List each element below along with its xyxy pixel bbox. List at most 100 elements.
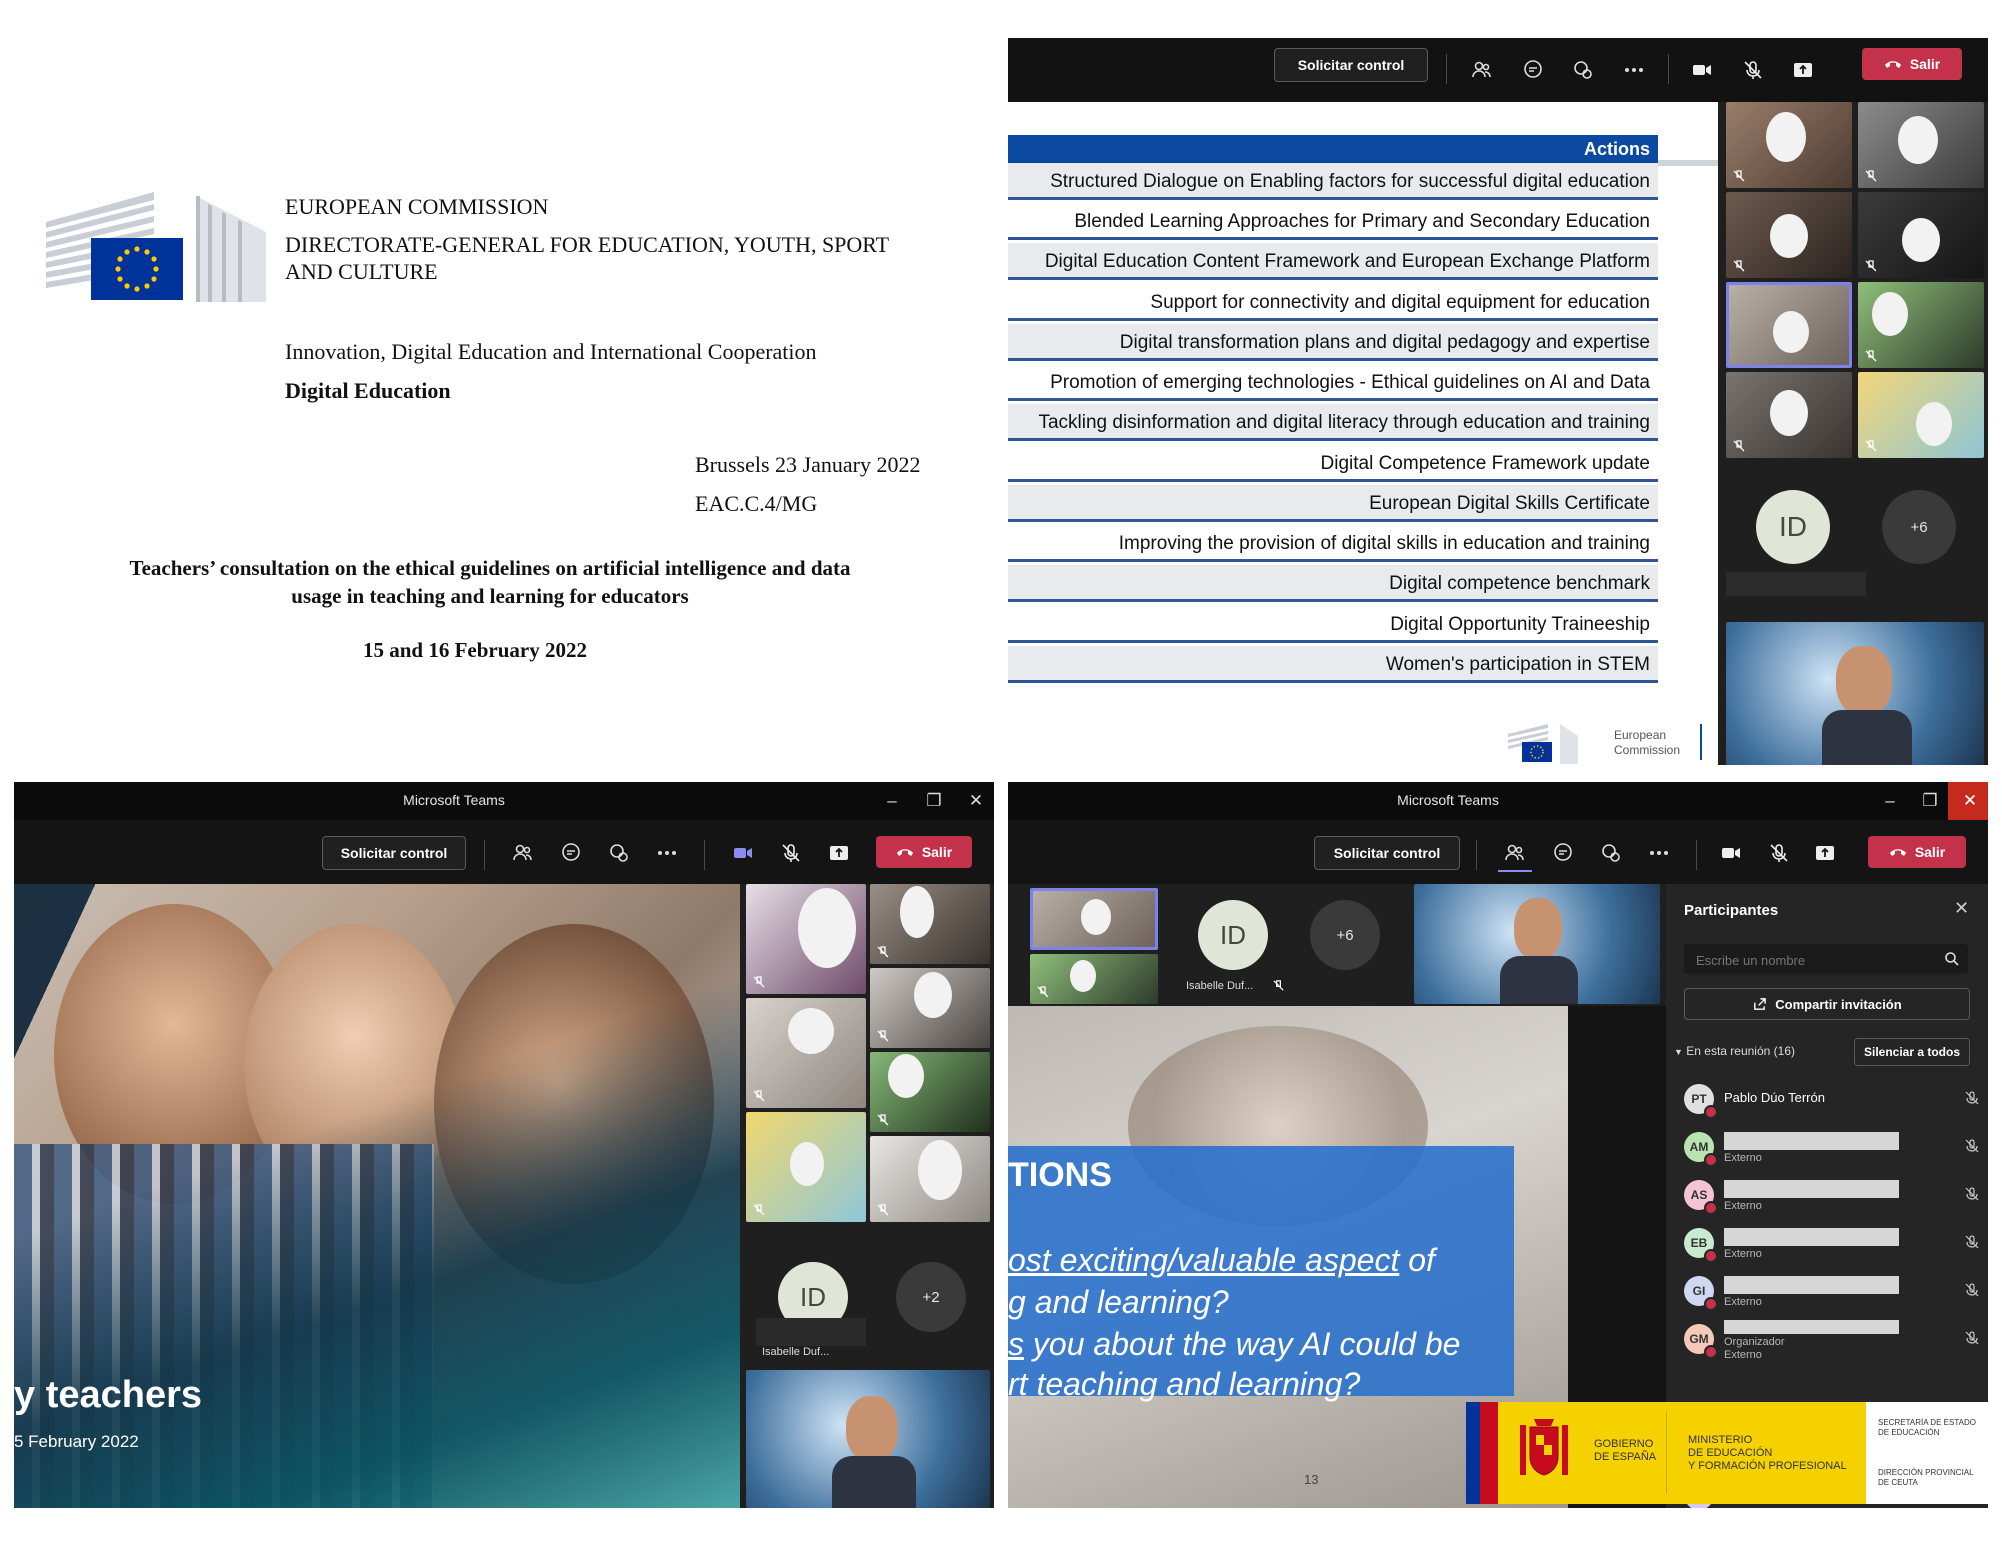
close-button[interactable]: ✕ (954, 782, 994, 820)
participant-search[interactable] (1684, 944, 1968, 974)
participants-icon[interactable] (1498, 836, 1532, 872)
video-tile[interactable] (1726, 372, 1852, 458)
video-tile[interactable] (1858, 282, 1984, 368)
toolbar-separator (1446, 54, 1447, 84)
mic-muted-icon (1865, 260, 1877, 272)
video-tile[interactable] (1030, 954, 1158, 1004)
meeting-section-toggle[interactable]: ▼ En esta reunión (16) (1674, 1044, 1795, 1058)
more-options-icon[interactable] (650, 836, 684, 870)
more-options-icon[interactable] (1617, 53, 1651, 87)
action-item: Digital Competence Framework update (1008, 445, 1658, 482)
request-control-button[interactable]: Solicitar control (1274, 48, 1428, 82)
share-invite-button[interactable]: Compartir invitación (1684, 988, 1970, 1020)
participant-row[interactable]: GI Externo (1684, 1272, 1980, 1316)
camera-icon[interactable] (1714, 836, 1748, 870)
action-item: Structured Dialogue on Enabling factors … (1008, 163, 1658, 200)
participant-role: Externo (1724, 1200, 1762, 1212)
video-tile[interactable] (870, 1136, 990, 1222)
participant-avatar[interactable]: ID (1198, 900, 1268, 970)
slide-accent-bar (1658, 160, 1718, 166)
close-button[interactable]: ✕ (1948, 782, 1988, 820)
mic-muted-icon[interactable] (1964, 1282, 1980, 1298)
leave-button[interactable]: Salir (1862, 48, 1962, 80)
video-tile-presenter[interactable] (746, 1370, 990, 1508)
video-tile[interactable] (746, 884, 866, 994)
participant-row[interactable]: GM Organizador Externo (1684, 1320, 1980, 1364)
participant-row[interactable]: AS Externo (1684, 1176, 1980, 1220)
mic-muted-icon[interactable] (1762, 836, 1796, 870)
more-options-icon[interactable] (1642, 836, 1676, 870)
request-control-button[interactable]: Solicitar control (322, 836, 466, 870)
video-tile[interactable] (1726, 192, 1852, 278)
video-tile-presenter[interactable] (1726, 622, 1984, 765)
doc-dates: 15 and 16 February 2022 (362, 638, 587, 662)
toolbar-separator (484, 840, 485, 870)
share-screen-icon[interactable] (1808, 836, 1842, 870)
leave-button[interactable]: Salir (876, 836, 972, 868)
mic-muted-icon (1273, 980, 1284, 991)
share-invite-label: Compartir invitación (1775, 996, 1902, 1012)
request-control-button[interactable]: Solicitar control (1314, 836, 1460, 870)
mic-muted-icon[interactable] (1964, 1090, 1980, 1106)
video-tile[interactable] (870, 884, 990, 964)
reactions-icon[interactable] (602, 836, 636, 870)
slide-subtitle-text: 5 February 2022 (14, 1432, 139, 1451)
video-tile[interactable] (1858, 192, 1984, 278)
share-screen-icon[interactable] (822, 836, 856, 870)
mic-muted-icon[interactable] (1964, 1234, 1980, 1250)
name-redaction-bar (1724, 1276, 1899, 1294)
restore-button[interactable]: ❐ (1908, 782, 1952, 820)
participants-icon[interactable] (1465, 53, 1499, 87)
more-participants-button[interactable]: +6 (1310, 900, 1380, 970)
leave-label: Salir (1914, 844, 1946, 860)
name-redaction-bar (1724, 1132, 1899, 1150)
participants-icon[interactable] (506, 836, 540, 870)
participant-row[interactable]: EB Externo (1684, 1224, 1980, 1268)
mic-muted-icon[interactable] (1964, 1186, 1980, 1202)
participant-row[interactable]: AM Externo (1684, 1128, 1980, 1172)
video-tile[interactable] (1726, 102, 1852, 188)
participant-row[interactable]: PT Pablo Dúo Terrón (1684, 1080, 1980, 1124)
status-dot (1704, 1297, 1718, 1311)
minimize-button[interactable]: – (1868, 782, 1912, 820)
doc-org: EUROPEAN COMMISSION (285, 194, 549, 219)
video-tile-presenter[interactable] (1414, 884, 1660, 1004)
share-screen-icon[interactable] (1786, 53, 1820, 87)
video-gallery: ID +6 (1720, 102, 1988, 765)
slide-question-line-4: rt teaching and learning? (1008, 1366, 1361, 1402)
minimize-button[interactable]: – (870, 782, 914, 820)
video-tile[interactable] (746, 1112, 866, 1222)
participant-avatar[interactable]: ID (1756, 490, 1830, 564)
ministerio-line2: DE EDUCACIÓN (1688, 1447, 1773, 1459)
mic-muted-icon[interactable] (774, 836, 808, 870)
reactions-icon[interactable] (1594, 836, 1628, 870)
mute-all-button[interactable]: Silenciar a todos (1854, 1038, 1970, 1066)
video-tile[interactable] (746, 998, 866, 1108)
video-tile-active-speaker[interactable] (1726, 282, 1852, 368)
chat-icon[interactable] (554, 836, 588, 870)
action-item: Digital transformation plans and digital… (1008, 324, 1658, 361)
video-tile[interactable] (1858, 372, 1984, 458)
chat-icon[interactable] (1546, 836, 1580, 870)
reactions-icon[interactable] (1566, 53, 1600, 87)
leave-button[interactable]: Salir (1868, 836, 1966, 868)
participant-name: Pablo Dúo Terrón (1724, 1090, 1825, 1105)
video-tile[interactable] (1858, 102, 1984, 188)
camera-icon[interactable] (1685, 53, 1719, 87)
mic-muted-icon[interactable] (1736, 53, 1770, 87)
mic-muted-icon (1733, 440, 1745, 452)
camera-icon[interactable] (726, 836, 760, 870)
video-tile-active-speaker[interactable] (1030, 888, 1158, 950)
restore-button[interactable]: ❐ (912, 782, 956, 820)
chat-icon[interactable] (1516, 53, 1550, 87)
ministerio-line1: MINISTERIO (1688, 1434, 1753, 1446)
more-participants-button[interactable]: +2 (896, 1262, 966, 1332)
more-participants-button[interactable]: +6 (1882, 490, 1956, 564)
participant-search-input[interactable] (1694, 948, 1928, 972)
mic-muted-icon[interactable] (1964, 1330, 1980, 1346)
video-tile[interactable] (870, 968, 990, 1048)
direccion-line2: DE CEUTA (1878, 1478, 1918, 1487)
close-panel-icon[interactable]: ✕ (1954, 898, 1969, 919)
mic-muted-icon[interactable] (1964, 1138, 1980, 1154)
video-tile[interactable] (870, 1052, 990, 1132)
